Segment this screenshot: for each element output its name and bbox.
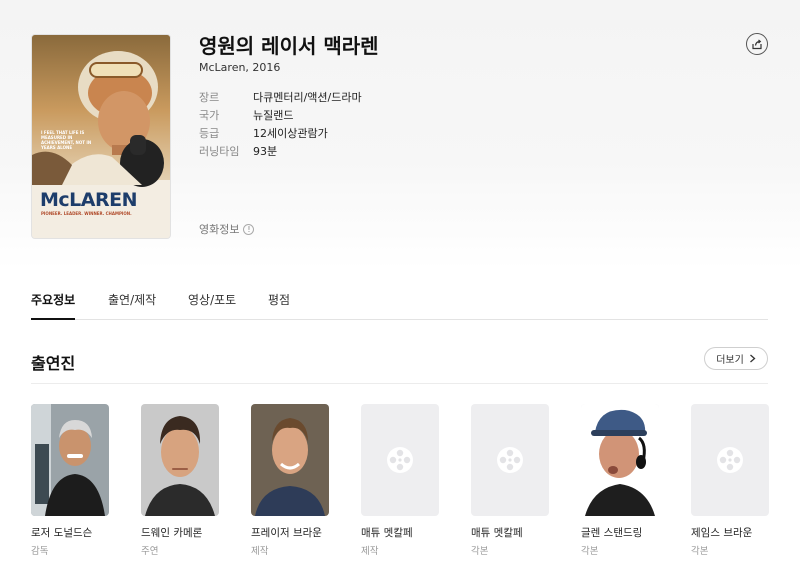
film-reel-icon	[361, 404, 439, 516]
movie-meta: 장르 다큐멘터리/액션/드라마 국가 뉴질랜드 등급 12세이상관람가 러닝타임…	[199, 88, 362, 160]
meta-value: 93분	[253, 145, 278, 158]
movie-title: 영원의 레이서 맥라렌	[199, 34, 379, 58]
meta-row-rating: 등급 12세이상관람가	[199, 124, 362, 142]
meta-value: 다큐멘터리/액션/드라마	[253, 91, 362, 104]
cast-item[interactable]: 매튜 멧칼페 제작	[361, 404, 439, 557]
cast-name: 제임스 브라운	[691, 527, 753, 539]
cast-role: 각본	[581, 546, 599, 557]
cast-name: 로저 도널드슨	[31, 527, 93, 539]
more-button[interactable]: 더보기	[704, 347, 768, 370]
info-icon: !	[243, 223, 255, 235]
cast-photo[interactable]	[251, 404, 329, 516]
cast-item[interactable]: 로저 도널드슨 감독	[31, 404, 109, 557]
meta-key: 러닝타임	[199, 145, 240, 158]
cast-name: 프레이저 브라운	[251, 527, 322, 539]
chevron-right-icon	[749, 354, 756, 363]
cast-name: 글렌 스탠드링	[581, 527, 643, 539]
cast-item[interactable]: 제임스 브라운 각본	[691, 404, 769, 557]
cast-photo[interactable]	[361, 404, 439, 516]
cast-role: 제작	[251, 546, 269, 557]
cast-list: 로저 도널드슨 감독 드웨인 카메론 주연 프레이저 브라운 제작 매튜 멧칼페…	[31, 404, 771, 564]
cast-section-title: 출연진	[31, 354, 76, 373]
person-photo	[141, 404, 219, 516]
poster-sub-text: PIONEER. LEADER. WINNER. CHAMPION.	[41, 211, 132, 216]
cast-item[interactable]: 매튜 멧칼페 각본	[471, 404, 549, 557]
cast-photo[interactable]	[141, 404, 219, 516]
cast-role: 감독	[31, 546, 49, 557]
cast-photo[interactable]	[31, 404, 109, 516]
rating-info-label: 영화정보	[199, 223, 240, 236]
movie-subtitle: McLaren, 2016	[199, 61, 281, 74]
cast-role: 제작	[361, 546, 379, 557]
film-reel-icon	[691, 404, 769, 516]
meta-value: 12세이상관람가	[253, 127, 328, 140]
tab-cast-crew[interactable]: 출연/제작	[108, 291, 156, 320]
cast-item[interactable]: 글렌 스탠드링 각본	[581, 404, 659, 557]
meta-row-runtime: 러닝타임 93분	[199, 142, 362, 160]
cast-item[interactable]: 프레이저 브라운 제작	[251, 404, 329, 557]
section-divider	[31, 383, 768, 384]
share-button[interactable]	[746, 33, 768, 55]
cast-name: 매튜 멧칼페	[471, 527, 523, 539]
cast-name: 매튜 멧칼페	[361, 527, 413, 539]
cast-item[interactable]: 드웨인 카메론 주연	[141, 404, 219, 557]
tab-main-info[interactable]: 주요정보	[31, 291, 76, 320]
more-button-label: 더보기	[716, 355, 744, 366]
cast-role: 주연	[141, 546, 159, 557]
meta-key: 장르	[199, 91, 220, 104]
cast-photo[interactable]	[581, 404, 659, 516]
cast-role: 각본	[691, 546, 709, 557]
share-icon	[752, 39, 762, 50]
movie-poster[interactable]: I FEEL THAT LIFE IS MEASURED IN ACHIEVEM…	[31, 34, 171, 239]
meta-row-country: 국가 뉴질랜드	[199, 106, 362, 124]
meta-value: 뉴질랜드	[253, 109, 294, 122]
meta-key: 국가	[199, 109, 220, 122]
tab-video-photo[interactable]: 영상/포토	[188, 291, 236, 320]
poster-tagline: I FEEL THAT LIFE IS MEASURED IN ACHIEVEM…	[41, 130, 92, 150]
cast-photo[interactable]	[471, 404, 549, 516]
content-tabs: 주요정보 출연/제작 영상/포토 평점	[31, 288, 768, 320]
poster-title-text: McLAREN	[40, 189, 138, 211]
meta-row-genre: 장르 다큐멘터리/액션/드라마	[199, 88, 362, 106]
person-photo	[581, 404, 659, 516]
person-photo	[251, 404, 329, 516]
cast-photo[interactable]	[691, 404, 769, 516]
cast-role: 각본	[471, 546, 489, 557]
tab-reviews[interactable]: 평점	[268, 291, 290, 320]
film-reel-icon	[471, 404, 549, 516]
person-photo	[31, 404, 109, 516]
meta-key: 등급	[199, 127, 220, 140]
rating-info-link[interactable]: 영화정보 !	[199, 221, 255, 237]
cast-name: 드웨인 카메론	[141, 527, 203, 539]
